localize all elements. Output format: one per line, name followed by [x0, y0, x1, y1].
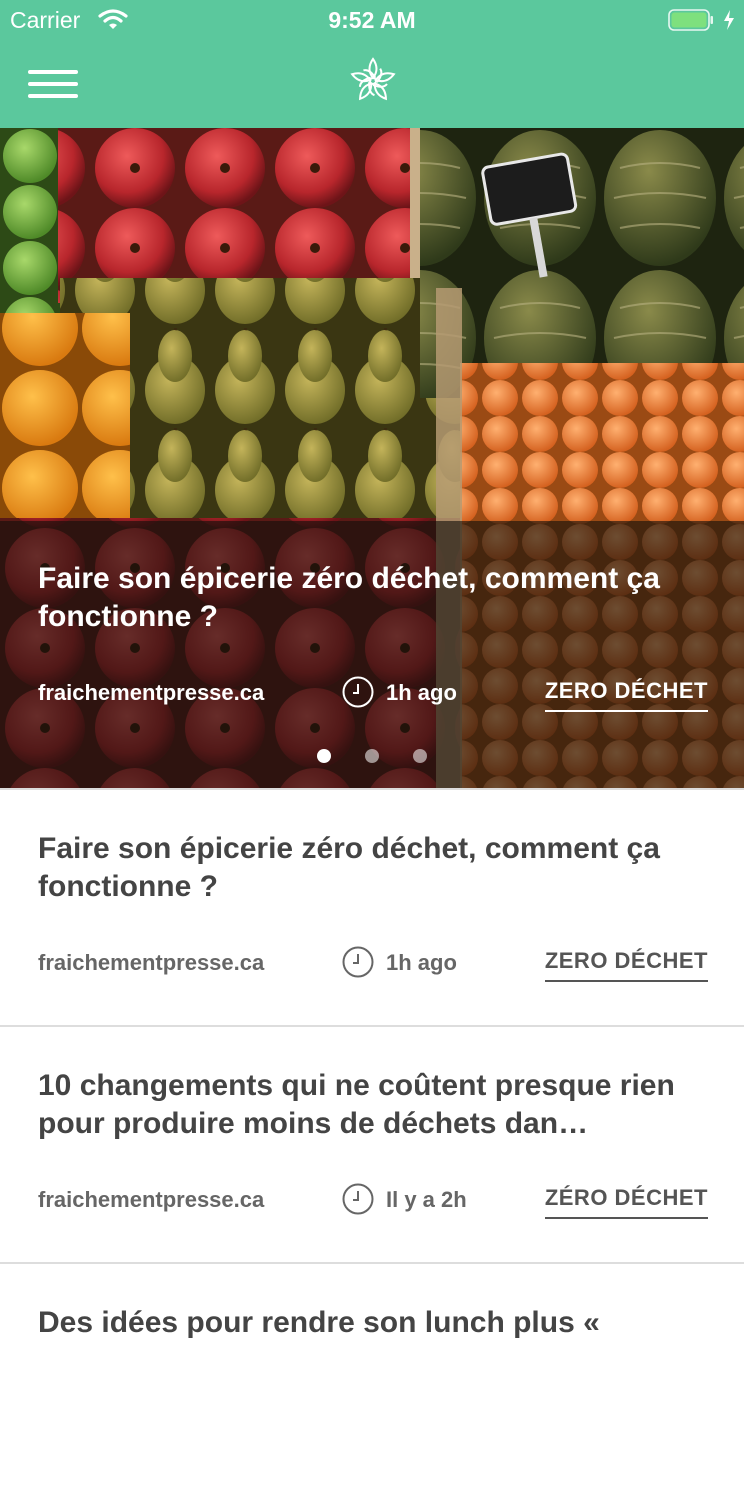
carousel-dot-1[interactable] — [316, 749, 331, 763]
hero-carousel[interactable]: Faire son épicerie zéro déchet, comment … — [0, 128, 744, 788]
carousel-dot-2[interactable] — [365, 749, 379, 763]
charging-bolt-icon — [724, 10, 734, 30]
article-source: fraichementpresse.ca — [38, 950, 265, 975]
article-title[interactable]: Des idées pour rendre son lunch plus « — [38, 1304, 708, 1342]
hero-title[interactable]: Faire son épicerie zéro déchet, comment … — [38, 560, 708, 636]
hamburger-menu-icon[interactable] — [22, 62, 82, 106]
article-item[interactable]: Faire son épicerie zéro déchet, comment … — [0, 788, 744, 1026]
battery-icon — [668, 9, 713, 31]
article-meta: fraichementpresse.ca Il y a 2h ZÉRO DÉCH… — [38, 1181, 708, 1221]
nav-bar — [0, 40, 744, 128]
hero-meta: fraichementpresse.ca 1h ago ZERO DÉCHET — [38, 674, 708, 714]
status-bar: Carrier 9:52 AM — [0, 0, 744, 40]
status-time: 9:52 AM — [328, 7, 416, 33]
article-time: 1h ago — [386, 950, 457, 975]
article-meta: fraichementpresse.ca 1h ago ZERO DÉCHET — [38, 944, 708, 984]
article-tag-link[interactable]: ZERO DÉCHET — [544, 948, 708, 982]
article-item[interactable]: 10 changements qui ne coûtent presque ri… — [0, 1025, 744, 1263]
article-title[interactable]: Faire son épicerie zéro déchet, comment … — [38, 830, 708, 906]
carousel-dot-3[interactable] — [413, 749, 428, 763]
clock-icon — [342, 946, 374, 978]
carousel-page-indicator — [0, 749, 744, 768]
article-source: fraichementpresse.ca — [38, 1187, 265, 1212]
article-title[interactable]: 10 changements qui ne coûtent presque ri… — [38, 1067, 708, 1143]
clock-icon — [342, 676, 374, 708]
hero-time: 1h ago — [386, 680, 457, 705]
hero-source: fraichementpresse.ca — [38, 680, 265, 705]
hero-tag-link[interactable]: ZERO DÉCHET — [544, 678, 708, 712]
article-item[interactable]: Des idées pour rendre son lunch plus « — [0, 1262, 744, 1500]
article-tag-link[interactable]: ZÉRO DÉCHET — [544, 1185, 708, 1219]
clock-icon — [342, 1183, 374, 1215]
flower-logo-icon — [350, 57, 396, 101]
article-time: Il y a 2h — [386, 1187, 467, 1212]
